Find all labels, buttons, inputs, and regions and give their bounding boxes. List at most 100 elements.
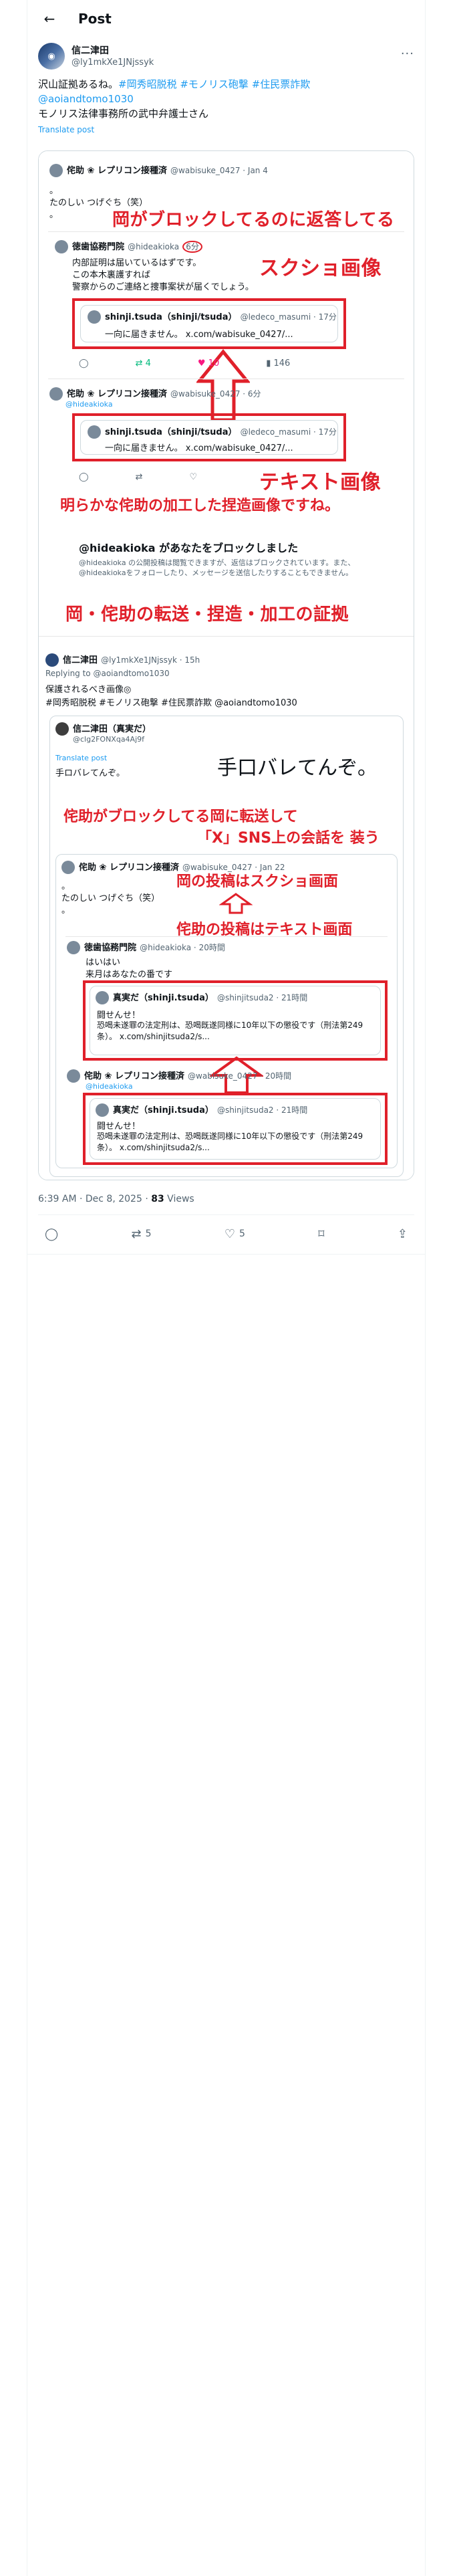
- image1-post2-name: 侘助 ❀ レプリコン接種済: [67, 389, 167, 399]
- post-text-line-1: 沢山証拠あるね。: [38, 78, 119, 90]
- annotation-screenshot-image: スクショ画像: [259, 257, 382, 280]
- top-bar: ← Post: [27, 0, 425, 37]
- image2-inner-name: 信二津田（真実だ）: [73, 724, 152, 734]
- retweet-icon: ⇄: [131, 1226, 142, 1241]
- image2-quote1-body-1: 闘せんせ！: [97, 1010, 141, 1021]
- translate-post-link[interactable]: Translate post: [38, 122, 414, 137]
- image1-post1-handle: @wabisuke_0427 · Jan 4: [170, 166, 268, 175]
- image2-quote2-name: 真実だ（shinji.tsuda）: [113, 1105, 214, 1115]
- image1-post2-handle: @wabisuke_0427 · 6分: [170, 389, 261, 399]
- image2-sub-dot-1: 。: [61, 881, 71, 891]
- arrow-left-icon[interactable]: ←: [38, 7, 61, 30]
- image1-reply-time: 6分: [182, 241, 202, 253]
- post-image-container[interactable]: 侘助 ❀ レプリコン接種済 @wabisuke_0427 · Jan 4 。 た…: [38, 150, 414, 1180]
- avatar[interactable]: ◉: [38, 43, 65, 70]
- image2-sub-body: たのしい つげぐち（笑）: [61, 893, 160, 903]
- image2-quote2-handle: @shinjitsuda2 · 21時間: [216, 1105, 308, 1115]
- image2-wabi-avatar: [67, 1069, 80, 1083]
- image2-wabi-handle: @wabisuke_0427 · 20時間: [188, 1071, 292, 1081]
- post-text-line-3: モノリス法律事務所の武中弁護士さん: [38, 108, 209, 120]
- post-timestamp: 6:39 AM · Dec 8, 2025 · 83 Views: [38, 1194, 194, 1204]
- share-icon: ⇪: [397, 1226, 408, 1241]
- retweet-button[interactable]: ⇄ 5: [132, 1227, 152, 1241]
- image1-quote-handle: @ledeco_masumi · 17分: [240, 312, 337, 322]
- image2-wabi-mention: @hideakioka: [86, 1082, 133, 1091]
- reply-button[interactable]: ◯: [45, 1227, 58, 1241]
- divider: [65, 936, 388, 937]
- image1-reply-handle: @hideakioka: [128, 242, 180, 251]
- like-button[interactable]: ♡ 5: [224, 1227, 245, 1241]
- mention-link[interactable]: @aoiandtomo1030: [38, 93, 134, 105]
- image2-inner-translate: Translate post: [55, 754, 108, 762]
- image1-post1-dot-2: 。: [49, 210, 59, 220]
- annotation-arrow-up-small-icon: [219, 893, 253, 914]
- image1-post2-mention: @hideakioka: [65, 400, 113, 409]
- image2-quote1-body-2: 恐喝未遂罪の法定刑は、恐喝既遂同様に10年以下の懲役です（刑法第249条）。 x…: [97, 1021, 363, 1041]
- image1-post2-avatar: [49, 387, 63, 401]
- image2-text-line-2: #岡秀昭脱税 #モノリス砲撃 #住民票詐欺 @aoiandtomo1030: [45, 698, 297, 708]
- image1-retweets-value: 4: [145, 358, 151, 368]
- image2-inner-avatar: [55, 722, 69, 736]
- bookmark-icon: ⌑: [318, 1226, 325, 1241]
- reply-icon: ◯: [79, 358, 89, 368]
- post-text: 沢山証拠あるね。#岡秀昭脱税 #モノリス砲撃 #住民票詐欺 @aoiandtom…: [38, 77, 414, 137]
- reply-icon: ◯: [45, 1226, 59, 1241]
- image2-text-line-1: 保護されるべき画像◎: [45, 685, 132, 695]
- image1-reply-avatar: [55, 239, 68, 253]
- author-name[interactable]: 信二津田: [71, 45, 154, 57]
- image1-views-value: 146: [273, 358, 291, 368]
- image2-sub-avatar: [61, 860, 75, 874]
- image1-reply-name: 徳歯協務門院: [72, 242, 125, 252]
- image2-sub-card: 侘助 ❀ レプリコン接種済 @wabisuke_0427 · Jan 22 。 …: [55, 854, 398, 1168]
- image1-quote-name: shinji.tsuda（shinji/tsuda）: [105, 312, 237, 322]
- page: ← Post ◉ 信二津田 @ly1mkXe1JNjssyk ··· 沢山証拠あ…: [0, 0, 451, 2576]
- image2-quote1-name: 真実だ（shinji.tsuda）: [113, 993, 214, 1003]
- bookmark-button[interactable]: ⌑: [318, 1227, 324, 1241]
- hashtags[interactable]: #岡秀昭脱税 #モノリス砲撃 #住民票詐欺: [118, 78, 310, 90]
- image1-post-actions: ◯ ⇄ 4 ♥ 10 ▮ 146: [79, 358, 290, 368]
- annotation-forwarded: 侘助がブロックしてる岡に転送して: [63, 809, 298, 825]
- image1-reply-line-3: 警察からのご連絡と捜事案状が届くでしょう。: [72, 282, 254, 292]
- image2-quote1-card: 真実だ（shinji.tsuda） @shinjitsuda2 · 21時間 闘…: [90, 986, 381, 1055]
- divider: [27, 1254, 425, 1255]
- annotation-blocked-reply: 岡がブロックしてるのに返答してる: [112, 210, 395, 230]
- share-button[interactable]: ⇪: [398, 1227, 408, 1241]
- image2-oka-body-2: 来月はあなたの番です: [86, 970, 173, 980]
- image2-author-header: 信二津田 @ly1mkXe1JNjssyk · 15h: [45, 653, 200, 667]
- attached-image-2[interactable]: 信二津田 @ly1mkXe1JNjssyk · 15h Replying to …: [39, 649, 414, 1180]
- image2-inner-header: 信二津田（真実だ）: [55, 722, 151, 736]
- image2-quote2-avatar: [96, 1103, 109, 1117]
- post-time[interactable]: 6:39 AM · Dec 8, 2025 ·: [38, 1194, 151, 1204]
- image1-view-count: ▮ 146: [266, 358, 291, 368]
- image1-likes-value: 10: [208, 358, 220, 368]
- reply-icon: ◯: [79, 472, 89, 482]
- image2-author-name: 信二津田: [63, 655, 98, 665]
- annotation-fabricated: 明らかな侘助の加工した捏造画像ですね。: [60, 498, 340, 514]
- like-count: 5: [239, 1228, 245, 1239]
- image2-sub-name: 侘助 ❀ レプリコン接種済: [79, 863, 179, 873]
- retweet-count: 5: [145, 1228, 152, 1239]
- image1-like-count: ♥ 10: [197, 358, 220, 368]
- blocked-notice-title: @hideakioka があなたをブロックしました: [79, 542, 299, 554]
- image2-quote2-body-1: 闘せんせ！: [97, 1121, 141, 1132]
- image2-wabi-header: 侘助 ❀ レプリコン接種済 @wabisuke_0427 · 20時間: [67, 1069, 291, 1083]
- image2-oka-body-1: はいはい: [86, 958, 121, 968]
- image2-oka-name: 徳歯協務門院: [84, 943, 137, 953]
- author-handle[interactable]: @ly1mkXe1JNjssyk: [71, 57, 154, 68]
- more-options-icon[interactable]: ···: [401, 47, 414, 61]
- views-count: 83: [151, 1194, 164, 1204]
- page-title: Post: [78, 11, 112, 27]
- post-author: ◉ 信二津田 @ly1mkXe1JNjssyk ···: [38, 43, 414, 70]
- image2-quote1-handle: @shinjitsuda2 · 21時間: [216, 993, 308, 1002]
- image2-quote1-header: 真実だ（shinji.tsuda） @shinjitsuda2 · 21時間: [96, 990, 307, 1004]
- retweet-icon: ⇄: [135, 472, 143, 482]
- image2-wabi-name: 侘助 ❀ レプリコン接種済: [84, 1071, 184, 1081]
- image2-replying-to: Replying to @aoiandtomo1030: [45, 669, 170, 678]
- image1-reply-line-2: この本木裏護すれば: [72, 270, 151, 280]
- like-icon: ♡: [224, 1226, 235, 1241]
- divider: [38, 1214, 414, 1215]
- attached-image-1[interactable]: 侘助 ❀ レプリコン接種済 @wabisuke_0427 · Jan 4 。 た…: [39, 151, 414, 637]
- like-icon: ♡: [189, 472, 198, 482]
- image2-quote2-body-2: 恐喝未遂罪の法定刑は、恐喝既遂同様に10年以下の懲役です（刑法第249条）。 x…: [97, 1132, 363, 1152]
- image2-sub-dot-2: 。: [61, 905, 71, 916]
